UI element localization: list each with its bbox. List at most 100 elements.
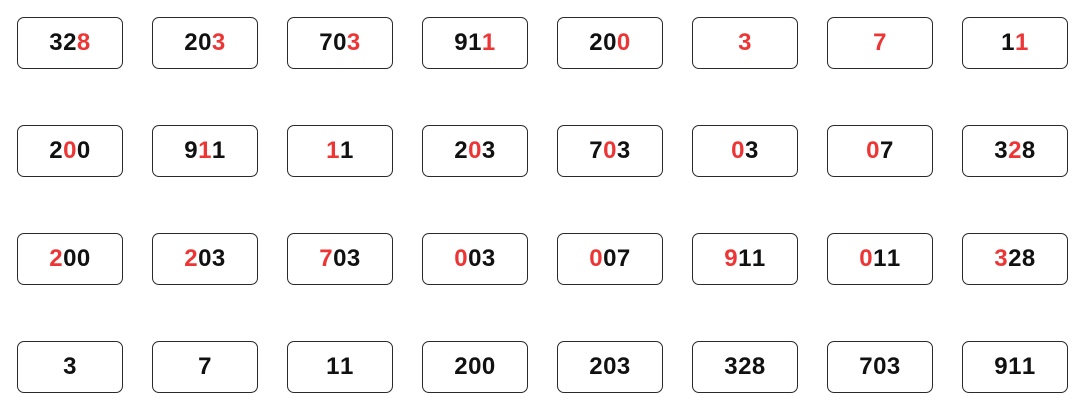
digit: 0 [198, 29, 212, 56]
highlighted-digit: 9 [724, 245, 739, 272]
highlighted-digit: 0 [468, 137, 482, 164]
number-card: 703 [287, 17, 393, 69]
digit: 2 [454, 137, 469, 164]
number-value: 703 [589, 139, 631, 163]
number-value: 203 [589, 355, 631, 379]
digit: 0 [603, 245, 617, 272]
number-value: 911 [184, 139, 226, 163]
number-card: 200 [557, 17, 663, 69]
number-card: 3 [17, 341, 123, 393]
highlighted-digit: 0 [859, 245, 874, 272]
highlighted-digit: 2 [49, 245, 64, 272]
highlighted-digit: 3 [211, 29, 226, 56]
number-card: 011 [827, 233, 933, 285]
number-card: 7 [152, 341, 258, 393]
digit: 3 [886, 353, 901, 380]
highlighted-digit: 0 [731, 137, 745, 164]
highlighted-digit: 3 [994, 245, 1009, 272]
number-value: 203 [454, 139, 496, 163]
digit: 0 [603, 353, 617, 380]
digit: 0 [333, 29, 347, 56]
digit: 3 [481, 137, 496, 164]
number-card: 200 [17, 125, 123, 177]
digit: 2 [1008, 245, 1022, 272]
digit: 9 [994, 353, 1009, 380]
number-card: 328 [962, 233, 1068, 285]
number-card: 3 [692, 17, 798, 69]
number-value: 703 [319, 31, 361, 55]
digit: 9 [454, 29, 469, 56]
digit: 1 [738, 245, 752, 272]
number-value: 328 [49, 31, 91, 55]
digit: 3 [211, 245, 226, 272]
digit: 8 [1021, 137, 1036, 164]
number-card: 203 [557, 341, 663, 393]
highlighted-digit: 2 [1008, 137, 1022, 164]
digit: 2 [49, 137, 64, 164]
number-value: 11 [326, 139, 354, 163]
digit: 7 [198, 353, 212, 380]
number-card: 911 [422, 17, 528, 69]
digit: 1 [751, 245, 766, 272]
number-value: 328 [994, 139, 1036, 163]
digit: 2 [184, 29, 199, 56]
digit: 0 [63, 245, 77, 272]
highlighted-digit: 7 [873, 29, 887, 56]
digit: 7 [616, 245, 631, 272]
digit: 2 [63, 29, 77, 56]
number-value: 703 [859, 355, 901, 379]
digit: 0 [481, 353, 496, 380]
number-value: 11 [1001, 31, 1029, 55]
number-card: 200 [422, 341, 528, 393]
digit: 0 [468, 353, 482, 380]
number-value: 328 [724, 355, 766, 379]
number-card: 07 [827, 125, 933, 177]
number-value: 200 [454, 355, 496, 379]
number-card: 11 [287, 125, 393, 177]
highlighted-digit: 0 [616, 29, 631, 56]
number-value: 3 [738, 31, 752, 55]
number-card: 11 [287, 341, 393, 393]
highlighted-digit: 3 [738, 29, 752, 56]
number-value: 203 [184, 31, 226, 55]
digit: 8 [1021, 245, 1036, 272]
number-card: 328 [692, 341, 798, 393]
highlighted-digit: 1 [326, 137, 340, 164]
number-card: 703 [557, 125, 663, 177]
number-card: 703 [287, 233, 393, 285]
digit: 1 [886, 245, 901, 272]
digit: 0 [603, 29, 617, 56]
highlighted-digit: 0 [63, 137, 77, 164]
digit: 2 [589, 353, 604, 380]
digit: 3 [49, 29, 64, 56]
number-value: 003 [454, 247, 496, 271]
number-value: 911 [724, 247, 766, 271]
digit: 3 [616, 353, 631, 380]
digit: 7 [589, 137, 604, 164]
highlighted-digit: 0 [589, 245, 604, 272]
digit: 1 [1001, 29, 1015, 56]
number-value: 07 [866, 139, 894, 163]
digit: 3 [724, 353, 739, 380]
digit: 3 [63, 353, 77, 380]
number-card: 203 [152, 233, 258, 285]
digit: 2 [738, 353, 752, 380]
highlighted-digit: 0 [454, 245, 469, 272]
sort-steps-board: 328 203 703 911 200 3 7 11 200 911 11 20… [0, 0, 1087, 412]
digit: 7 [859, 353, 874, 380]
number-value: 911 [994, 355, 1036, 379]
digit: 7 [880, 137, 894, 164]
digit: 9 [184, 137, 199, 164]
number-value: 007 [589, 247, 631, 271]
digit: 1 [468, 29, 482, 56]
number-card: 03 [692, 125, 798, 177]
digit: 7 [319, 29, 334, 56]
number-card: 703 [827, 341, 933, 393]
number-card: 911 [692, 233, 798, 285]
number-value: 011 [859, 247, 901, 271]
digit: 3 [346, 245, 361, 272]
number-value: 03 [731, 139, 759, 163]
number-card: 328 [17, 17, 123, 69]
digit: 1 [873, 245, 887, 272]
number-value: 911 [454, 31, 496, 55]
